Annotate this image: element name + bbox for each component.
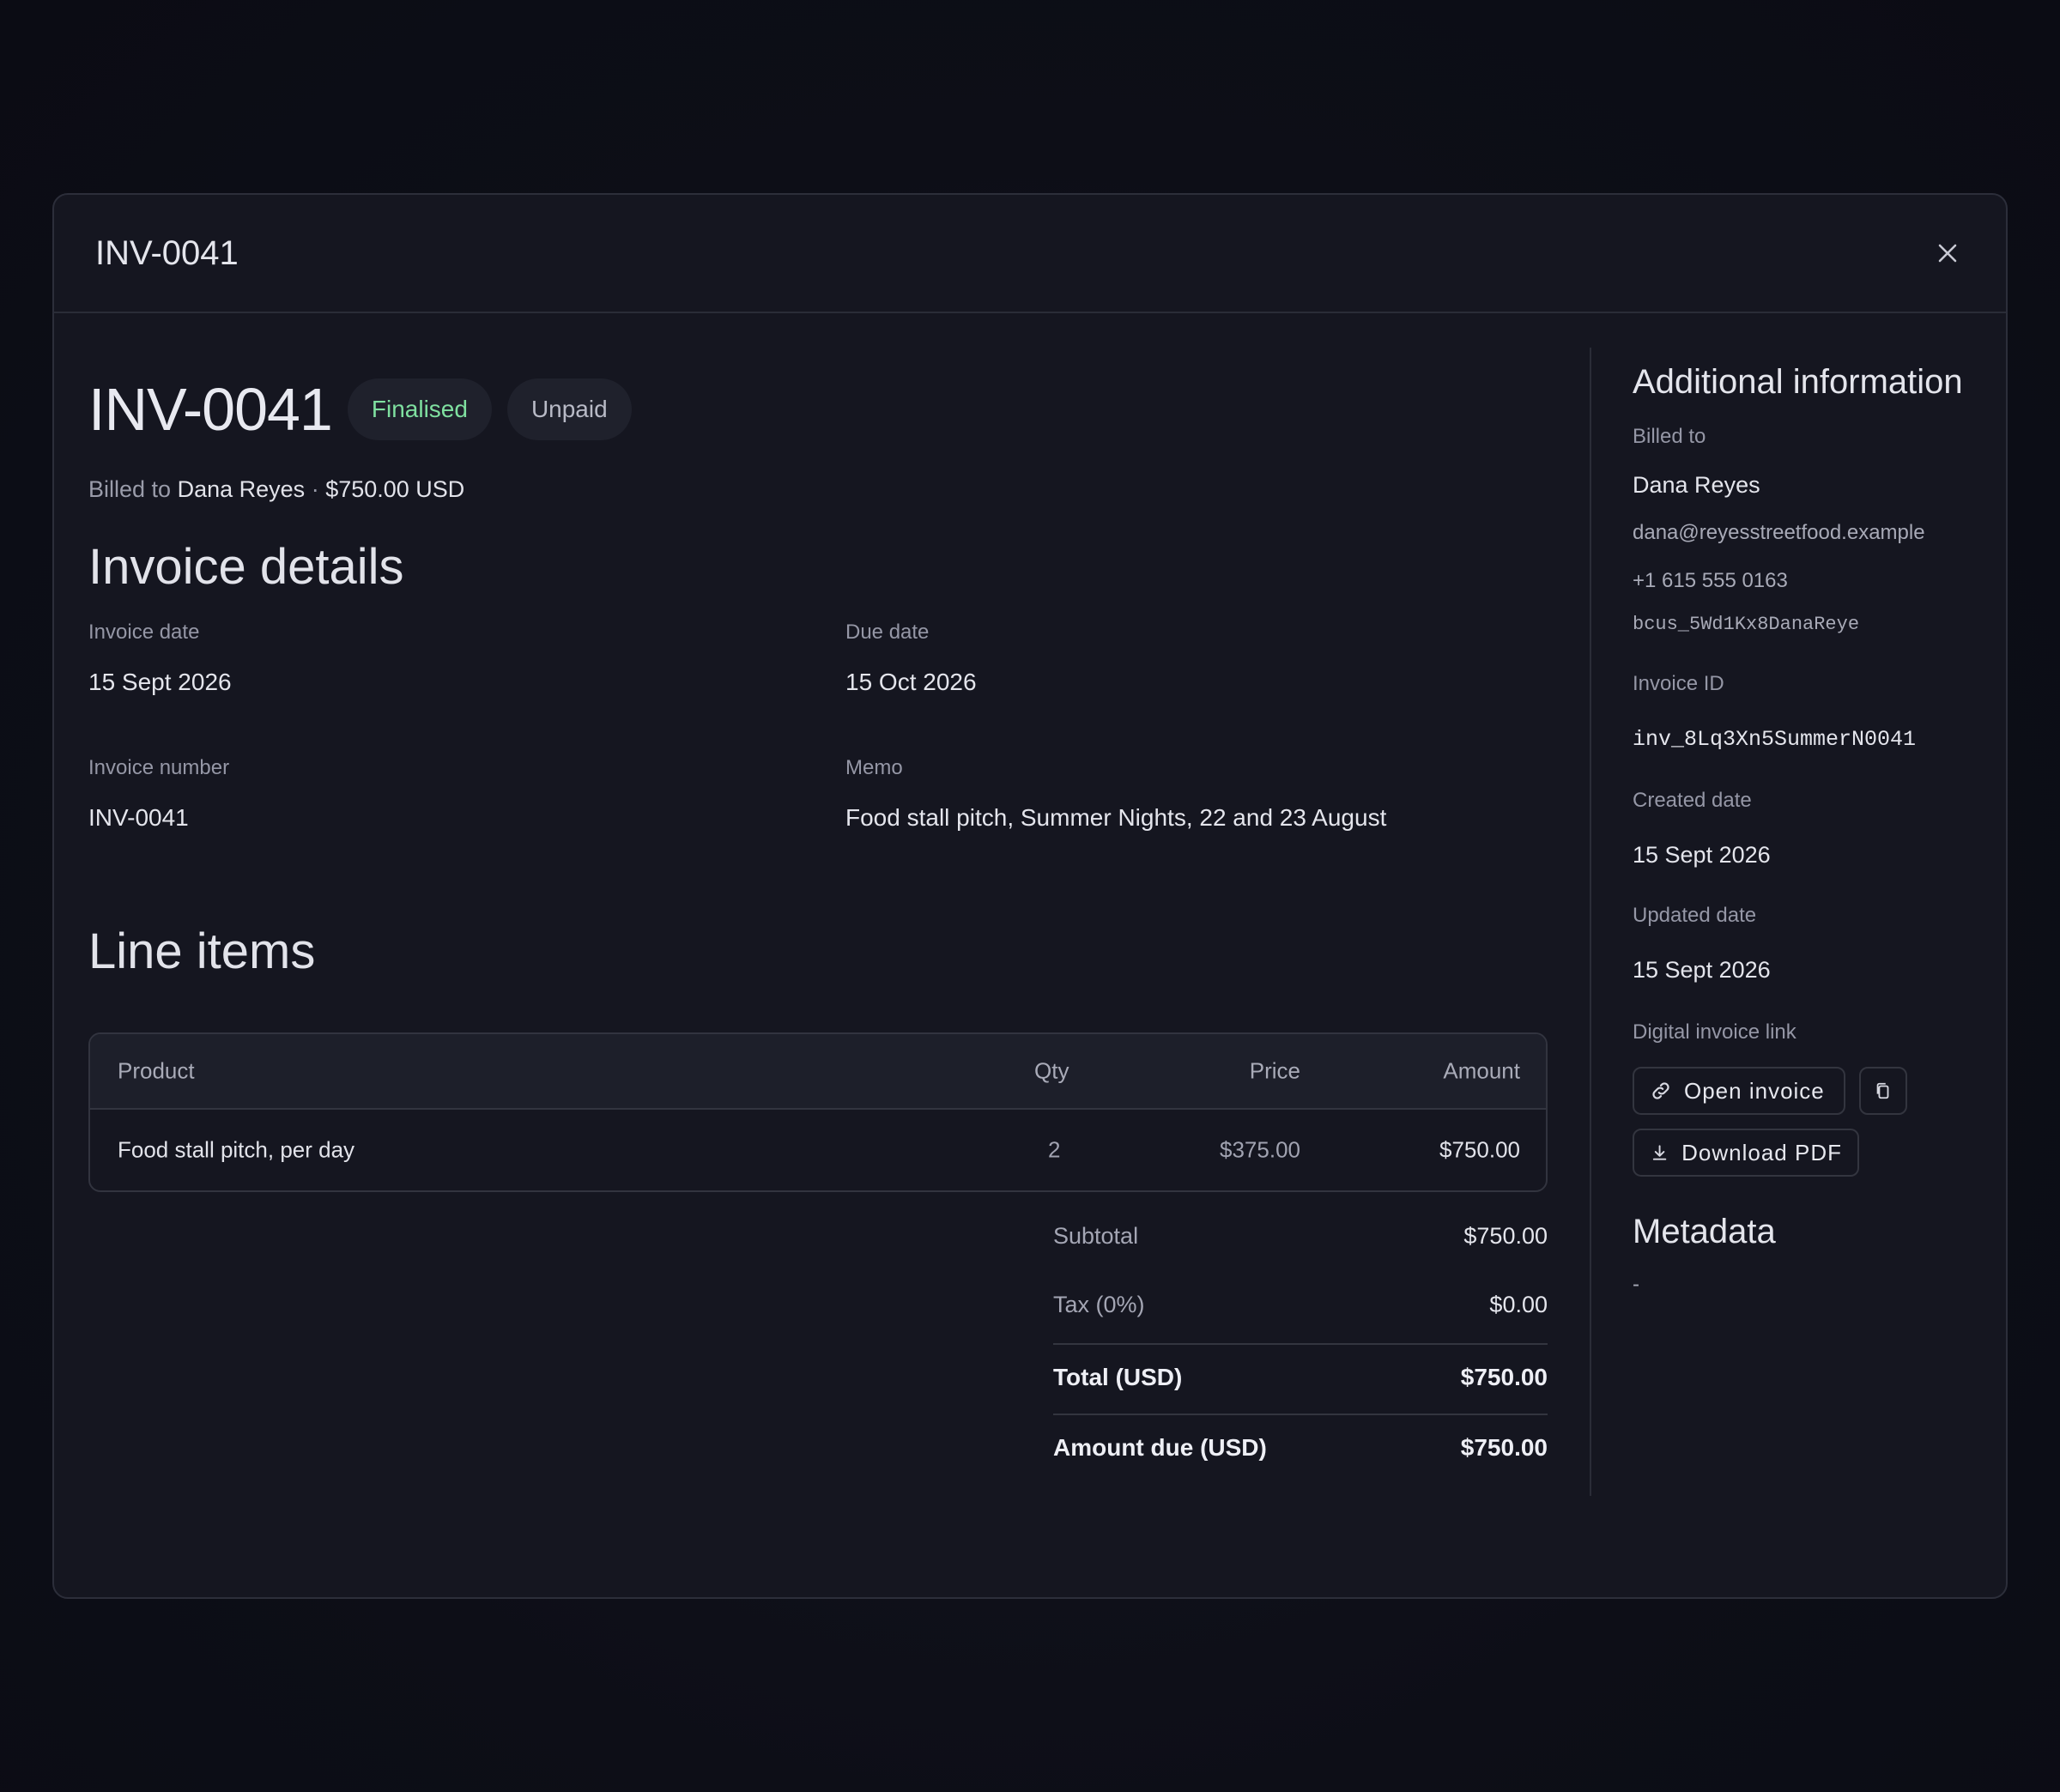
- memo-value: Food stall pitch, Summer Nights, 22 and …: [845, 804, 1387, 831]
- open-invoice-label: Open invoice: [1684, 1077, 1825, 1104]
- download-pdf-label: Download PDF: [1681, 1139, 1842, 1165]
- created-date-label: Created date: [1633, 789, 1752, 812]
- column-product: Product: [118, 1057, 195, 1084]
- billed-to-label: Billed to: [1633, 425, 1706, 448]
- line-items-heading: Line items: [88, 923, 316, 979]
- subtotal-row: Subtotal $750.00: [1053, 1223, 1548, 1250]
- customer-id: bcus_5Wd1Kx8DanaReye: [1633, 614, 1860, 635]
- copy-link-button[interactable]: [1859, 1067, 1907, 1115]
- row-amount: $750.00: [1439, 1136, 1520, 1163]
- created-date-value: 15 Sept 2026: [1633, 842, 1771, 868]
- digital-invoice-link-label: Digital invoice link: [1633, 1020, 1796, 1044]
- memo-label: Memo: [845, 756, 903, 779]
- total-row: Total (USD) $750.00: [1053, 1364, 1548, 1391]
- status-badge: Finalised: [347, 378, 492, 440]
- amount-due-value: $750.00: [1460, 1434, 1548, 1461]
- modal-header: INV-0041: [54, 195, 2006, 313]
- updated-date-label: Updated date: [1633, 904, 1757, 927]
- invoice-number-value: INV-0041: [88, 804, 189, 831]
- download-pdf-button[interactable]: Download PDF: [1633, 1129, 1859, 1177]
- close-icon: [1938, 244, 1957, 263]
- subtotal-value: $750.00: [1463, 1223, 1548, 1249]
- totals-divider: [1053, 1343, 1548, 1345]
- metadata-heading: Metadata: [1633, 1213, 1776, 1250]
- tax-label: Tax (0%): [1053, 1292, 1145, 1317]
- tax-row: Tax (0%) $0.00: [1053, 1292, 1548, 1318]
- invoice-date-value: 15 Sept 2026: [88, 669, 232, 695]
- row-qty: 2: [1048, 1136, 1061, 1163]
- metadata-value: -: [1633, 1273, 1639, 1296]
- due-date-label: Due date: [845, 621, 930, 644]
- additional-info-heading: Additional information: [1633, 363, 1963, 401]
- line-items-table: Product Qty Price Amount Food stall pitc…: [88, 1032, 1548, 1192]
- column-qty: Qty: [1034, 1057, 1069, 1084]
- invoice-id-value: inv_8Lq3Xn5SummerN0041: [1633, 727, 1917, 752]
- amount-due-label: Amount due (USD): [1053, 1434, 1267, 1461]
- customer-name: Dana Reyes: [1633, 472, 1760, 498]
- column-price: Price: [1249, 1057, 1300, 1084]
- invoice-number-title: INV-0041: [88, 376, 333, 443]
- column-divider: [1590, 348, 1591, 1496]
- download-icon: [1652, 1145, 1667, 1160]
- invoice-modal: INV-0041 INV-0041 Finalised Unpaid Bille…: [52, 193, 2008, 1599]
- total-value: $750.00: [1460, 1364, 1548, 1390]
- invoice-date-label: Invoice date: [88, 621, 200, 644]
- due-date-value: 15 Oct 2026: [845, 669, 977, 695]
- row-price: $375.00: [1220, 1136, 1300, 1163]
- table-row: Food stall pitch, per day 2 $375.00 $750…: [90, 1110, 1546, 1190]
- payment-status-badge: Unpaid: [506, 378, 632, 440]
- modal-body: INV-0041 Finalised Unpaid Billed to Dana…: [54, 313, 2006, 1597]
- modal-title: INV-0041: [95, 233, 239, 272]
- row-product: Food stall pitch, per day: [118, 1136, 355, 1163]
- close-button[interactable]: [1924, 229, 1972, 277]
- subtotal-label: Subtotal: [1053, 1223, 1139, 1249]
- invoice-hero: INV-0041 Finalised Unpaid: [88, 375, 632, 444]
- customer-email: dana@reyesstreetfood.example: [1633, 521, 1925, 544]
- invoice-id-label: Invoice ID: [1633, 672, 1724, 695]
- invoice-number-label: Invoice number: [88, 756, 230, 779]
- amount-due-row: Amount due (USD) $750.00: [1053, 1434, 1548, 1462]
- billed-prefix: Billed to: [88, 476, 172, 502]
- total-label: Total (USD): [1053, 1364, 1183, 1390]
- link-icon: [1652, 1082, 1669, 1099]
- billed-separator: ·: [311, 476, 319, 502]
- amount-due-divider: [1053, 1414, 1548, 1415]
- customer-phone: +1 615 555 0163: [1633, 569, 1788, 592]
- table-header: Product Qty Price Amount: [90, 1034, 1546, 1110]
- updated-date-value: 15 Sept 2026: [1633, 957, 1771, 983]
- tax-value: $0.00: [1489, 1292, 1548, 1317]
- copy-icon: [1876, 1082, 1889, 1099]
- open-invoice-button[interactable]: Open invoice: [1633, 1067, 1845, 1115]
- billed-name: Dana Reyes: [177, 476, 306, 502]
- billed-amount: $750.00 USD: [325, 476, 465, 502]
- billed-summary: Billed to Dana Reyes · $750.00 USD: [88, 476, 464, 503]
- invoice-details-heading: Invoice details: [88, 539, 404, 595]
- column-amount: Amount: [1443, 1057, 1520, 1084]
